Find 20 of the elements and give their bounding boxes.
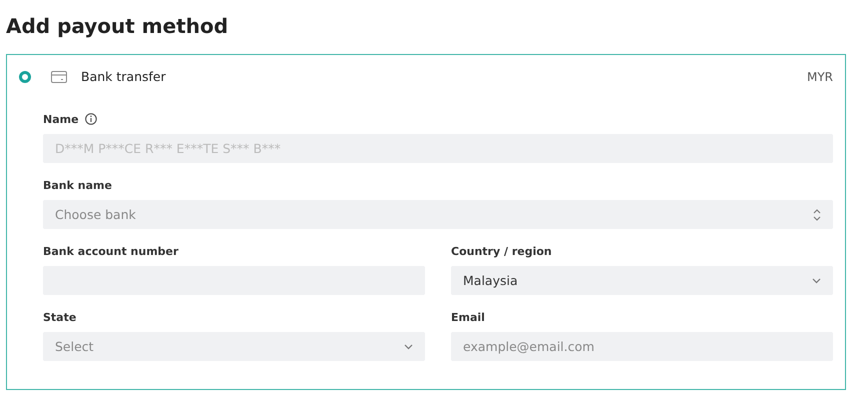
chevron-down-icon: [812, 278, 821, 284]
info-icon[interactable]: [84, 113, 97, 125]
select-field[interactable]: Malaysia: [451, 266, 833, 295]
chevron-down-icon: [404, 344, 413, 350]
input-field[interactable]: D***M P***CE R*** E***TE S*** B***: [43, 134, 833, 163]
field-label: Name: [43, 112, 79, 126]
method-label: Bank transfer: [81, 69, 166, 84]
select-field[interactable]: Choose bank: [43, 200, 833, 229]
input-field[interactable]: example@email.com: [451, 332, 833, 361]
select-field[interactable]: Select: [43, 332, 425, 361]
card-icon: [51, 70, 67, 82]
field-label: Bank account number: [43, 244, 178, 258]
page-title: Add payout method: [6, 14, 230, 38]
radio-button[interactable]: [19, 70, 31, 82]
field-label: Bank name: [43, 178, 112, 192]
currency-label: MYR: [806, 70, 833, 84]
up-down-icon: [813, 208, 821, 220]
field-label: Email: [451, 310, 485, 324]
field-label: Country / region: [451, 244, 552, 258]
field-label: State: [43, 310, 76, 324]
